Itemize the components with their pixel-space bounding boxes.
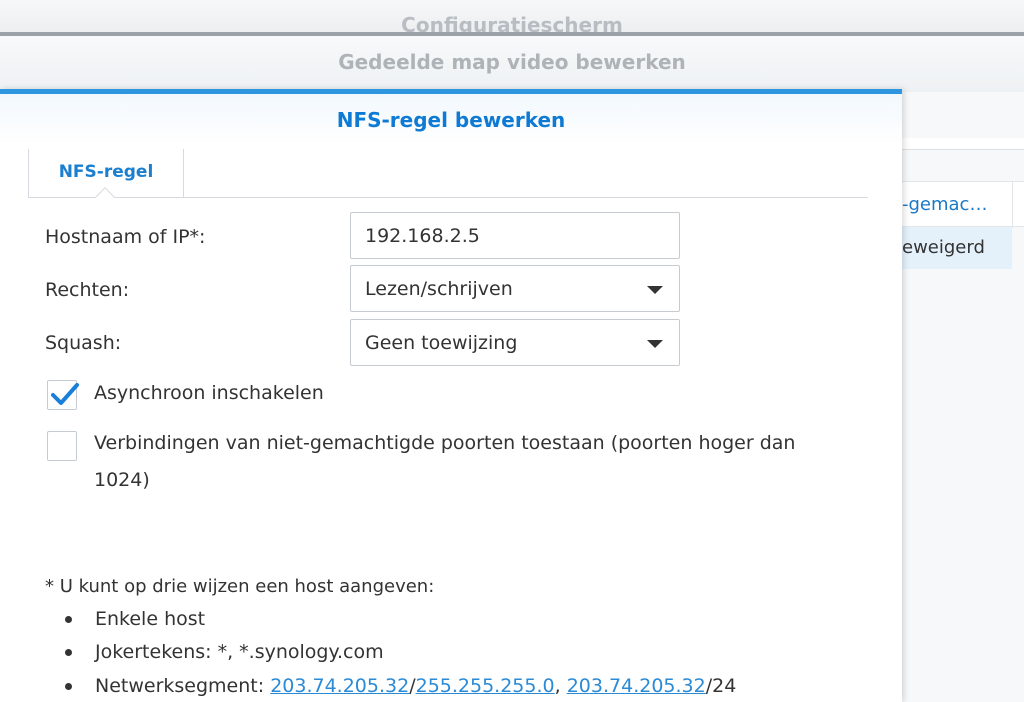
segment-link-mask[interactable]: 255.255.255.0 [416, 675, 555, 697]
host-input[interactable]: 192.168.2.5 [350, 212, 680, 259]
tab-label: NFS-regel [58, 162, 154, 182]
rights-dropdown[interactable]: Lezen/schrijven [350, 265, 680, 312]
tab-bar: NFS-regel [28, 149, 868, 207]
edit-shared-folder-title: Gedeelde map video bewerken [0, 36, 1024, 92]
host-format-note: * U kunt op drie wijzen een host aangeve… [45, 576, 435, 597]
unprivileged-ports-checkbox[interactable] [47, 431, 77, 461]
segment-link-ip[interactable]: 203.74.205.32 [270, 675, 409, 697]
bullet-single-host: Enkele host [95, 608, 206, 630]
squash-dropdown[interactable]: Geen toewijzing [350, 319, 680, 366]
background-table-header: -gemac… [902, 181, 1024, 228]
async-checkbox-label[interactable]: Asynchroon inschakelen [94, 375, 324, 411]
background-column-header: -gemac… [902, 194, 988, 215]
dialog-title: NFS-regel bewerken [336, 108, 566, 132]
squash-label: Squash: [45, 332, 122, 354]
unprivileged-ports-label-line1[interactable]: Verbindingen van niet-gemachtigde poorte… [94, 425, 795, 461]
background-toolbar-strip [902, 138, 1024, 150]
bullet-dot [65, 649, 72, 656]
squash-selected-value: Geen toewijzing [365, 332, 518, 354]
segment-comma: , [554, 675, 567, 697]
segment-cidr-suffix: /24 [705, 675, 737, 697]
bullet-wildcards: Jokertekens: *, *.synology.com [95, 641, 384, 663]
host-label: Hostnaam of IP*: [45, 226, 206, 248]
control-panel-title: Configuratiescherm [0, 0, 1024, 34]
host-input-value: 192.168.2.5 [365, 225, 480, 247]
rights-label: Rechten: [45, 279, 130, 301]
segment-link-cidr-ip[interactable]: 203.74.205.32 [567, 675, 706, 697]
async-checkbox[interactable] [47, 380, 79, 410]
bullet-network-segment: Netwerksegment: 203.74.205.32/255.255.25… [95, 675, 736, 697]
dialog-header: NFS-regel bewerken [0, 94, 902, 144]
segment-label: Netwerksegment: [95, 675, 271, 697]
chevron-down-icon [647, 286, 663, 294]
checkmark-icon [51, 383, 79, 405]
bullet-dot [65, 683, 72, 690]
nfs-rule-dialog: NFS-regel bewerken NFS-regel Hostnaam of… [0, 89, 902, 702]
unprivileged-ports-label-line2[interactable]: 1024) [94, 462, 150, 498]
bullet-dot [65, 616, 72, 623]
background-cell: eweigerd [902, 237, 985, 258]
chevron-down-icon [647, 340, 663, 348]
background-nfs-table: -gemac… eweigerd [902, 181, 1024, 269]
background-table-row: eweigerd [902, 227, 1012, 269]
rights-selected-value: Lezen/schrijven [365, 278, 513, 300]
column-separator [1012, 182, 1013, 228]
